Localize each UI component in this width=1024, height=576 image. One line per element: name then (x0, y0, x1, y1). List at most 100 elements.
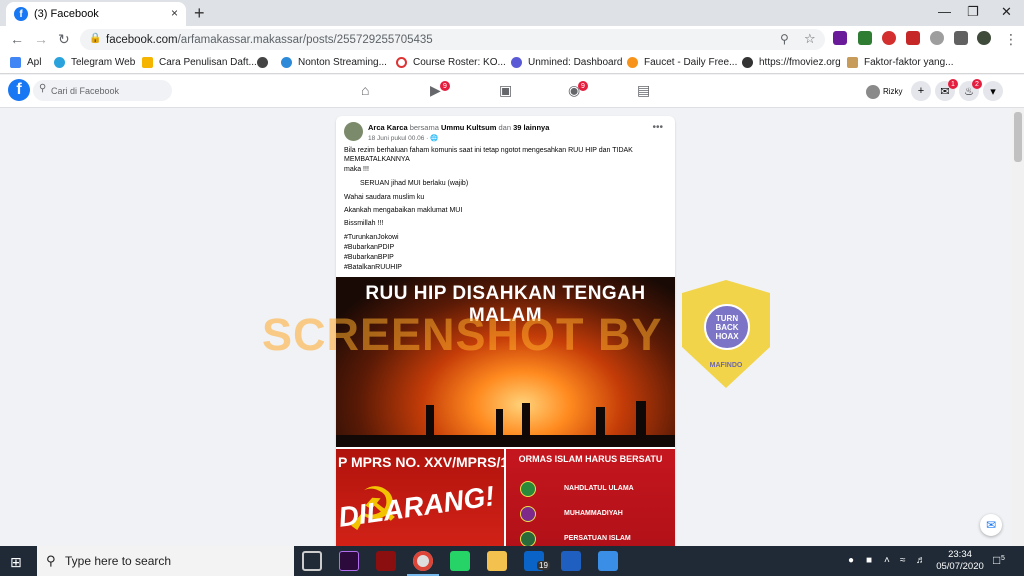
bitcoin-icon (627, 57, 638, 68)
reload-icon[interactable]: ↻ (58, 31, 70, 48)
bookmark-star-icon[interactable]: ☆ (804, 31, 816, 47)
search-icon: ⚲ (39, 83, 47, 94)
post-text-line: Akankah mengabaikan maklumat MUI (344, 207, 463, 214)
groups-badge: 9 (578, 81, 588, 91)
mafindo-name: MAFINDO (709, 362, 743, 369)
mcafee-icon[interactable] (376, 551, 396, 571)
scrollbar-thumb[interactable] (1014, 112, 1022, 162)
volume-icon[interactable]: ♬ (916, 555, 926, 566)
profile-avatar[interactable] (977, 31, 991, 45)
with-text: bersama (409, 123, 439, 132)
chrome-icon[interactable] (413, 551, 433, 571)
premiere-icon[interactable] (339, 551, 359, 571)
facebook-logo[interactable]: f (8, 79, 30, 101)
bookmark-globe[interactable] (257, 57, 274, 68)
windows-search-input[interactable]: ⚲ Type here to search (37, 546, 294, 576)
bookmark-unmined[interactable]: Unmined: Dashboard (511, 57, 623, 68)
chevron-up-icon[interactable]: ˄ (884, 555, 890, 566)
image3-title: ORMAS ISLAM HARUS BERSATU (518, 454, 663, 464)
people-icon[interactable]: ● (848, 555, 854, 566)
telegram-icon (54, 57, 65, 68)
new-message-icon[interactable]: ✉ (980, 514, 1002, 536)
marketplace-icon[interactable]: ▣ (499, 82, 512, 99)
extension-icon[interactable] (930, 31, 944, 45)
persis-logo-icon (520, 531, 536, 547)
close-window-button[interactable]: ✕ (1001, 4, 1012, 20)
file-explorer-icon[interactable] (487, 551, 507, 571)
tray-app-icon[interactable]: ■ (866, 555, 872, 566)
gaming-icon[interactable]: ▤ (637, 82, 650, 99)
profile-name[interactable]: Rizky (883, 87, 903, 96)
messenger-badge: 1 (948, 79, 958, 89)
post-date[interactable]: 18 Juni pukul 00.06 · 🌐 (368, 134, 438, 142)
extension-icon[interactable] (882, 31, 896, 45)
photos-icon[interactable] (598, 551, 618, 571)
person-icon (847, 57, 858, 68)
tagged-name[interactable]: Ummu Kultsum (441, 123, 496, 132)
new-tab-button[interactable]: + (194, 3, 205, 24)
bookmark-cara-penulisan[interactable]: Cara Penulisan Daft... (142, 57, 257, 68)
whatsapp-icon[interactable] (450, 551, 470, 571)
wifi-icon[interactable]: ≈ (900, 555, 906, 566)
turn-back-hoax-text: TURN BACK HOAX (704, 304, 750, 350)
mafindo-badge: TURN BACK HOAX MAFINDO (682, 280, 770, 388)
task-view-icon[interactable] (302, 551, 322, 571)
chrome-menu-icon[interactable]: ⋮ (1004, 31, 1018, 48)
notification-count: 5 (1001, 555, 1005, 562)
globe-icon (742, 57, 753, 68)
tab-close-icon[interactable]: × (171, 6, 178, 20)
post-image-mprs[interactable]: P MPRS NO. XXV/MPRS/19 ☭ DILARANG! (336, 449, 516, 556)
bookmark-faucet[interactable]: Faucet - Daily Free... (627, 57, 737, 68)
extension-icon[interactable] (833, 31, 847, 45)
apps-grid-icon (10, 57, 21, 68)
bookmark-faktor[interactable]: Faktor-faktor yang... (847, 57, 953, 68)
and-text: dan (498, 123, 512, 132)
system-clock[interactable]: 23:34 05/07/2020 (936, 549, 984, 573)
zoom-icon[interactable]: ⚲ (780, 32, 789, 46)
org-name: NAHDLATUL ULAMA (564, 485, 634, 492)
profile-avatar[interactable] (866, 85, 880, 99)
word-icon[interactable] (561, 551, 581, 571)
author-name[interactable]: Arca Karca (368, 123, 408, 132)
clock-time: 23:34 (948, 549, 972, 560)
maximize-button[interactable]: ❐ (967, 4, 979, 20)
clock-date: 05/07/2020 (936, 561, 984, 572)
more-options-icon[interactable]: ••• (652, 122, 663, 133)
url-input[interactable]: 🔒 facebook.com/arfamakassar.makassar/pos… (80, 29, 825, 50)
action-center-icon[interactable]: □ (993, 553, 1000, 567)
post-image-ormas[interactable]: ORMAS ISLAM HARUS BERSATU NAHDLATUL ULAM… (506, 449, 675, 556)
bookmark-apps[interactable]: Apl (10, 57, 41, 68)
account-menu-chevron-icon[interactable]: ▾ (983, 81, 1003, 101)
hashtag-link[interactable]: #BatalkanRUUHIP (344, 263, 402, 272)
silhouettes-graphic (336, 401, 675, 447)
hashtag-link[interactable]: #BubarkanPDIP (344, 243, 394, 252)
hashtag-link[interactable]: #BubarkanBPIP (344, 253, 394, 262)
post-text-line: MEMBATALKANNYA (344, 156, 410, 163)
back-icon[interactable]: ← (10, 31, 24, 47)
bookmark-nonton[interactable]: Nonton Streaming... (281, 57, 387, 68)
bookmark-fmoviez[interactable]: https://fmoviez.org (742, 57, 841, 68)
minimize-button[interactable]: — (938, 4, 951, 19)
hashtag-link[interactable]: #TurunkanJokowi (344, 233, 399, 242)
bookmark-course-roster[interactable]: Course Roster: KO... (396, 57, 506, 68)
course-icon (396, 57, 407, 68)
create-button[interactable]: + (911, 81, 931, 101)
author-avatar[interactable] (344, 122, 363, 141)
extension-icon[interactable] (858, 31, 872, 45)
page-scrollbar[interactable] (1012, 108, 1024, 546)
windows-start-icon[interactable]: ⊞ (10, 554, 22, 571)
facebook-search-placeholder: Cari di Facebook (51, 85, 120, 96)
others-link[interactable]: 39 lainnya (513, 123, 549, 132)
extension-icon[interactable] (906, 31, 920, 45)
facebook-search-input[interactable]: ⚲ Cari di Facebook (33, 80, 172, 101)
post-image-fire[interactable]: RUU HIP DISAHKAN TENGAH MALAM (336, 277, 675, 447)
browser-tab[interactable]: f (3) Facebook × (6, 2, 186, 26)
mail-badge: 19 (537, 561, 550, 570)
bookmark-telegram[interactable]: Telegram Web (54, 57, 135, 68)
extensions-puzzle-icon[interactable] (954, 31, 968, 45)
post-text-line: Bila rezim berhaluan faham komunis saat … (344, 147, 633, 154)
forward-icon[interactable]: → (34, 31, 48, 47)
home-icon[interactable]: ⌂ (361, 82, 369, 98)
muhammadiyah-logo-icon (520, 506, 536, 522)
tab-title: (3) Facebook (34, 8, 99, 20)
